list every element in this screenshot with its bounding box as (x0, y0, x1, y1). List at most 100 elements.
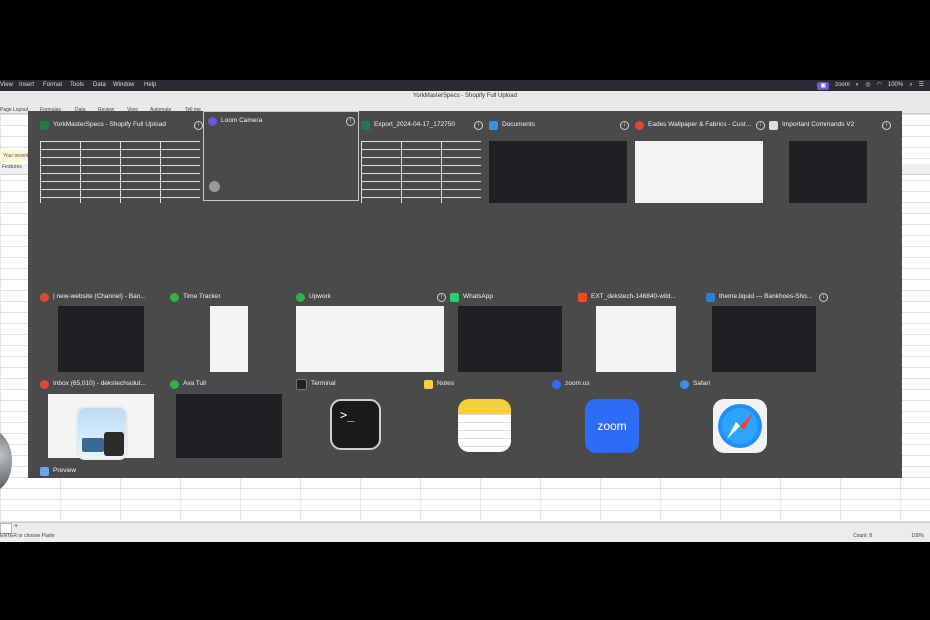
count-readout: Count: 8 (853, 533, 872, 539)
window-title: Terminal (311, 380, 336, 387)
window-zoom-us[interactable]: zoom.us zoom (552, 378, 678, 463)
window-thumbnail (596, 306, 676, 372)
window-whatsapp[interactable]: WhatsApp (450, 291, 574, 376)
window-title: theme.liquid — Bankhoes-Sho... (719, 293, 813, 300)
window-title: YorkMasterSpecs - Shopify Full Upload (53, 121, 166, 128)
ribbon-tab[interactable]: Page Layout (0, 107, 28, 113)
preview-photo (82, 438, 104, 452)
figma-icon (578, 292, 587, 302)
info-icon[interactable]: i (819, 293, 828, 302)
window-title: Preview (53, 467, 77, 474)
zoom-icon (552, 379, 561, 389)
wifi-icon[interactable]: ◠ (877, 80, 882, 91)
window-title: Important Commands V2 (782, 121, 855, 128)
menu-view[interactable]: View (0, 80, 13, 91)
window-title: Safari (693, 380, 710, 387)
document-title: YorkMasterSpecs - Shopify Full Upload (412, 93, 518, 99)
excel-icon (361, 120, 370, 130)
window-ext-dekstech[interactable]: EXT_dekstech-146840-wild... (578, 291, 706, 376)
status-icon[interactable]: ◎ (865, 80, 870, 91)
status-area: ▣ zoom ◐ ◎ ◠ 100% ⌕ ☰ (817, 80, 924, 91)
vscode-icon (706, 292, 715, 302)
window-important-commands[interactable]: Important Commands V2 i (769, 119, 893, 204)
upwork-icon (296, 292, 305, 302)
whatsapp-icon (450, 292, 459, 302)
info-icon[interactable]: i (620, 121, 629, 130)
menu-help[interactable]: Help (144, 80, 156, 91)
info-icon[interactable]: i (756, 121, 765, 130)
finder-icon (489, 120, 498, 130)
window-title: EXT_dekstech-146840-wild... (591, 293, 676, 300)
control-center-icon[interactable]: ☰ (919, 80, 924, 91)
window-upwork[interactable]: Upwork i (296, 291, 446, 376)
menu-insert[interactable]: Insert (19, 80, 34, 91)
camera-preview (209, 181, 220, 192)
info-icon[interactable]: i (474, 121, 483, 130)
window-thumbnail (789, 141, 867, 203)
info-icon[interactable]: i (346, 117, 355, 126)
window-title: zoom.us (565, 380, 590, 387)
search-icon[interactable]: ⌕ (909, 80, 912, 91)
window-safari[interactable]: Safari (680, 378, 802, 463)
menu-bar: View Insert Format Tools Data Window Hel… (0, 80, 930, 91)
battery-label[interactable]: 100% (888, 80, 903, 91)
window-thumbnail (58, 306, 144, 372)
info-icon[interactable]: i (194, 121, 203, 130)
window-export[interactable]: Export_2024-04-17_172750 i (361, 119, 483, 204)
notes-icon (424, 379, 433, 389)
info-icon[interactable]: i (437, 293, 446, 302)
terminal-app-icon: >_ (330, 399, 381, 450)
window-loom-camera[interactable]: Loom Camera i (203, 111, 359, 201)
terminal-icon (296, 378, 307, 390)
window-title: Notes (437, 380, 454, 387)
excel-icon (40, 120, 49, 130)
chrome-icon (635, 120, 644, 130)
screen-record-icon[interactable]: ▣ (817, 82, 830, 90)
notes-app-icon (458, 399, 511, 452)
window-title: Loom Camera (221, 117, 263, 124)
window-ava-tull[interactable]: Ava Tull (170, 378, 292, 463)
preview-app-icon (76, 406, 128, 460)
window-preview[interactable]: Preview (40, 465, 162, 542)
info-icon[interactable]: i (882, 121, 891, 130)
window-time-tracker[interactable]: Time Tracker (170, 291, 292, 376)
menu-format[interactable]: Format (43, 80, 62, 91)
column-header[interactable]: Features (0, 164, 22, 170)
menu-data[interactable]: Data (93, 80, 106, 91)
chrome-icon (40, 292, 49, 302)
window-title: Upwork (309, 293, 332, 300)
window-title: Time Tracker (183, 293, 221, 300)
window-title: WhatsApp (463, 293, 493, 300)
zoom-level[interactable]: 100% (911, 533, 924, 539)
window-thumbnail (635, 141, 763, 203)
upwork-icon (170, 379, 179, 389)
add-sheet-button[interactable]: + (14, 523, 18, 530)
desktop-screen: View Insert Format Tools Data Window Hel… (0, 80, 930, 542)
window-theme-liquid[interactable]: theme.liquid — Bankhoes-Sho... i (706, 291, 830, 376)
menu-window[interactable]: Window (113, 80, 134, 91)
window-title: Export_2024-04-17_172750 (374, 121, 455, 128)
window-thumbnail (176, 394, 282, 458)
safari-app-icon (713, 399, 767, 453)
window-terminal[interactable]: Terminal >_ (296, 378, 418, 463)
window-title: Eades Wallpaper & Fabrics - Cust... (648, 121, 752, 128)
window-thumbnail (296, 306, 444, 372)
window-title: Ava Tull (183, 380, 207, 387)
window-new-website-channel[interactable]: | new-website (Channel) - Ban... (40, 291, 164, 376)
menu-tools[interactable]: Tools (70, 80, 84, 91)
safari-icon (680, 379, 689, 389)
status-icon[interactable]: ◐ (856, 80, 860, 91)
zoom-menu-item[interactable]: zoom (835, 80, 850, 91)
window-yorkmasterspecs[interactable]: YorkMasterSpecs - Shopify Full Upload i (40, 119, 203, 204)
window-documents[interactable]: Documents i (489, 119, 629, 204)
preview-loupe (104, 432, 124, 456)
compass-icon (718, 404, 762, 448)
window-title: Documents (502, 121, 535, 128)
window-thumbnail (210, 306, 248, 372)
window-thumbnail (361, 141, 481, 203)
window-thumbnail (712, 306, 816, 372)
preview-icon (40, 466, 49, 476)
window-notes[interactable]: Notes (424, 378, 546, 463)
window-eades-wallpaper[interactable]: Eades Wallpaper & Fabrics - Cust... i (635, 119, 765, 204)
upwork-icon (170, 292, 179, 302)
